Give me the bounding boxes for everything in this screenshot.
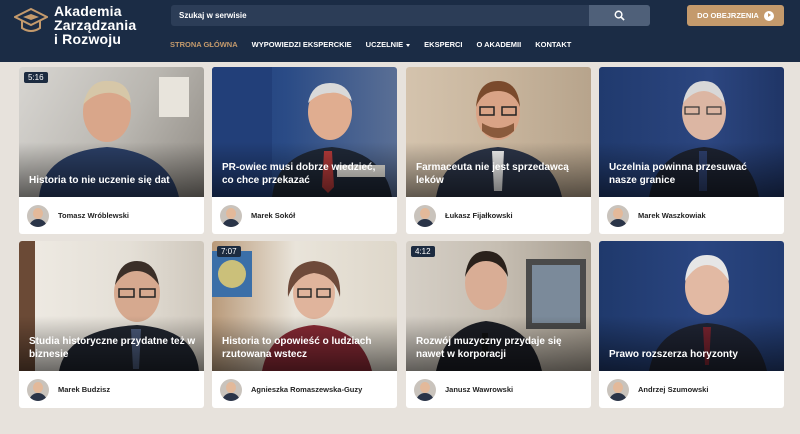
- chevron-down-icon: [406, 43, 411, 47]
- author-name[interactable]: Agnieszka Romaszewska-Guzy: [251, 385, 362, 394]
- video-card[interactable]: Studia historyczne przydatne też w bizne…: [19, 241, 204, 408]
- author-row[interactable]: Janusz Wawrowski: [406, 371, 591, 408]
- nav-expert-statements[interactable]: WYPOWIEDZI EKSPERCKIE: [252, 40, 352, 49]
- search-input[interactable]: [171, 5, 589, 26]
- video-thumbnail[interactable]: 4:12 Rozwój muzyczny przydaje się nawet …: [406, 241, 591, 371]
- avatar: [607, 204, 629, 227]
- search-bar: [171, 5, 650, 26]
- author-name[interactable]: Marek Sokół: [251, 211, 295, 220]
- duration-badge: 4:12: [411, 246, 435, 257]
- video-thumbnail[interactable]: 5:16 Historia to nie uczenie się dat: [19, 67, 204, 197]
- nav-universities[interactable]: UCZELNIE: [366, 40, 411, 49]
- video-card[interactable]: PR-owiec musi dobrze wiedzieć, co chce p…: [212, 67, 397, 234]
- video-title[interactable]: Studia historyczne przydatne też w bizne…: [29, 335, 196, 361]
- author-row[interactable]: Marek Sokół: [212, 197, 397, 234]
- nav-home[interactable]: STRONA GŁÓWNA: [170, 40, 238, 49]
- video-card[interactable]: Farmaceuta nie jest sprzedawcą leków Łuk…: [406, 67, 591, 234]
- avatar: [607, 378, 629, 401]
- video-thumbnail[interactable]: Uczelnia powinna przesuwać nasze granice: [599, 67, 784, 197]
- nav-contact[interactable]: KONTAKT: [535, 40, 571, 49]
- logo-line: Zarządzania: [54, 17, 137, 33]
- title-overlay: [19, 142, 204, 197]
- author-row[interactable]: Agnieszka Romaszewska-Guzy: [212, 371, 397, 408]
- avatar: [414, 204, 436, 227]
- video-title[interactable]: Rozwój muzyczny przydaje się nawet w kor…: [416, 335, 583, 361]
- video-card[interactable]: 5:16 Historia to nie uczenie się dat Tom…: [19, 67, 204, 234]
- nav-universities-label: UCZELNIE: [365, 40, 404, 49]
- video-thumbnail[interactable]: Farmaceuta nie jest sprzedawcą leków: [406, 67, 591, 197]
- video-title[interactable]: PR-owiec musi dobrze wiedzieć, co chce p…: [222, 161, 389, 187]
- video-title[interactable]: Prawo rozszerza horyzonty: [609, 348, 776, 361]
- author-name[interactable]: Łukasz Fijałkowski: [445, 211, 513, 220]
- site-header: Akademia Zarządzania i Rozwoju DO OBEJRZ…: [0, 0, 800, 62]
- video-card[interactable]: Uczelnia powinna przesuwać nasze granice…: [599, 67, 784, 234]
- video-thumbnail[interactable]: Studia historyczne przydatne też w bizne…: [19, 241, 204, 371]
- video-card[interactable]: 4:12 Rozwój muzyczny przydaje się nawet …: [406, 241, 591, 408]
- author-name[interactable]: Janusz Wawrowski: [445, 385, 513, 394]
- title-overlay: [599, 316, 784, 371]
- search-icon: [614, 10, 625, 21]
- video-title[interactable]: Farmaceuta nie jest sprzedawcą leków: [416, 161, 583, 187]
- video-thumbnail[interactable]: PR-owiec musi dobrze wiedzieć, co chce p…: [212, 67, 397, 197]
- video-card[interactable]: 7:07 Historia to opowieść o ludziach rzu…: [212, 241, 397, 408]
- logo-line: Akademia: [54, 3, 122, 19]
- logo-text: Akademia Zarządzania i Rozwoju: [54, 4, 136, 46]
- watch-later-button[interactable]: DO OBEJRZENIA: [687, 5, 784, 26]
- video-card[interactable]: Prawo rozszerza horyzonty Andrzej Szumow…: [599, 241, 784, 408]
- video-title[interactable]: Uczelnia powinna przesuwać nasze granice: [609, 161, 776, 187]
- duration-badge: 7:07: [217, 246, 241, 257]
- video-title[interactable]: Historia to nie uczenie się dat: [29, 174, 196, 187]
- graduation-cap-logo-icon: [14, 7, 48, 32]
- main-nav: STRONA GŁÓWNA WYPOWIEDZI EKSPERCKIE UCZE…: [170, 40, 571, 49]
- author-name[interactable]: Marek Budzisz: [58, 385, 110, 394]
- duration-badge: 5:16: [24, 72, 48, 83]
- video-thumbnail[interactable]: Prawo rozszerza horyzonty: [599, 241, 784, 371]
- video-title[interactable]: Historia to opowieść o ludziach rzutowan…: [222, 335, 389, 361]
- avatar: [414, 378, 436, 401]
- search-button[interactable]: [589, 5, 650, 26]
- author-row[interactable]: Tomasz Wróblewski: [19, 197, 204, 234]
- nav-about[interactable]: O AKADEMII: [477, 40, 522, 49]
- author-name[interactable]: Marek Waszkowiak: [638, 211, 706, 220]
- avatar: [27, 204, 49, 227]
- author-name[interactable]: Andrzej Szumowski: [638, 385, 708, 394]
- avatar: [220, 204, 242, 227]
- author-row[interactable]: Marek Budzisz: [19, 371, 204, 408]
- play-icon: [763, 10, 774, 21]
- watch-later-label: DO OBEJRZENIA: [697, 11, 759, 20]
- video-thumbnail[interactable]: 7:07 Historia to opowieść o ludziach rzu…: [212, 241, 397, 371]
- avatar: [27, 378, 49, 401]
- author-row[interactable]: Andrzej Szumowski: [599, 371, 784, 408]
- avatar: [220, 378, 242, 401]
- author-row[interactable]: Marek Waszkowiak: [599, 197, 784, 234]
- logo[interactable]: Akademia Zarządzania i Rozwoju: [14, 4, 136, 46]
- logo-line: i Rozwoju: [54, 31, 122, 47]
- nav-experts[interactable]: EKSPERCI: [424, 40, 462, 49]
- author-row[interactable]: Łukasz Fijałkowski: [406, 197, 591, 234]
- author-name[interactable]: Tomasz Wróblewski: [58, 211, 129, 220]
